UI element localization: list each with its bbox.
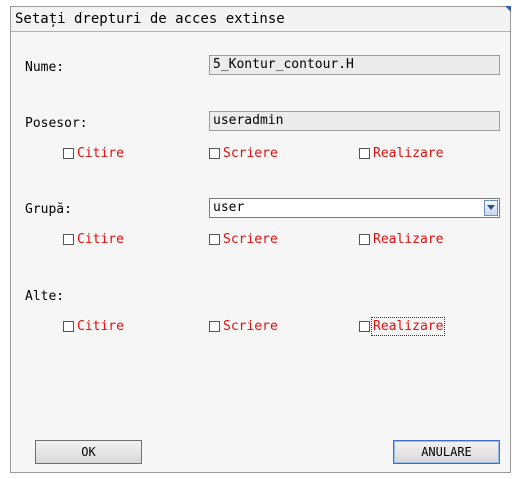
other-write-label: Scriere [223,319,278,334]
other-label: Alte: [25,289,65,304]
checkbox-box [209,148,220,159]
other-execute-label: Realizare [370,317,446,336]
owner-write-checkbox[interactable]: Scriere [209,146,278,161]
owner-read-label: Citire [77,146,124,161]
checkbox-box [359,321,370,332]
other-execute-checkbox[interactable]: Realizare [359,317,446,336]
owner-read-checkbox[interactable]: Citire [63,146,124,161]
group-select-value: user [213,200,245,215]
window-corner-marker [505,6,511,12]
owner-write-label: Scriere [223,146,278,161]
other-read-checkbox[interactable]: Citire [63,319,124,334]
checkbox-box [63,321,74,332]
chevron-down-icon [487,205,495,210]
dialog-title: Setați drepturi de acces extinse [11,7,510,32]
owner-execute-checkbox[interactable]: Realizare [359,146,443,161]
ok-button[interactable]: OK [35,440,142,464]
group-select[interactable]: user [209,198,500,218]
checkbox-box [209,234,220,245]
owner-field: useradmin [209,111,500,131]
checkbox-box [63,234,74,245]
owner-label: Posesor: [25,116,88,131]
other-read-label: Citire [77,319,124,334]
group-execute-label: Realizare [373,232,444,247]
checkbox-box [209,321,220,332]
cancel-button[interactable]: ANULARE [393,440,500,464]
name-label: Nume: [25,60,65,75]
other-write-checkbox[interactable]: Scriere [209,319,278,334]
group-label: Grupă: [25,202,72,217]
group-read-label: Citire [77,232,124,247]
owner-execute-label: Realizare [373,146,444,161]
dropdown-button[interactable] [484,200,498,216]
checkbox-box [359,148,370,159]
group-execute-checkbox[interactable]: Realizare [359,232,443,247]
checkbox-box [63,148,74,159]
group-read-checkbox[interactable]: Citire [63,232,124,247]
access-rights-dialog: Setați drepturi de acces extinse Nume: 5… [10,6,511,473]
group-write-checkbox[interactable]: Scriere [209,232,278,247]
checkbox-box [359,234,370,245]
name-field: 5_Kontur_contour.H [209,55,500,75]
group-write-label: Scriere [223,232,278,247]
